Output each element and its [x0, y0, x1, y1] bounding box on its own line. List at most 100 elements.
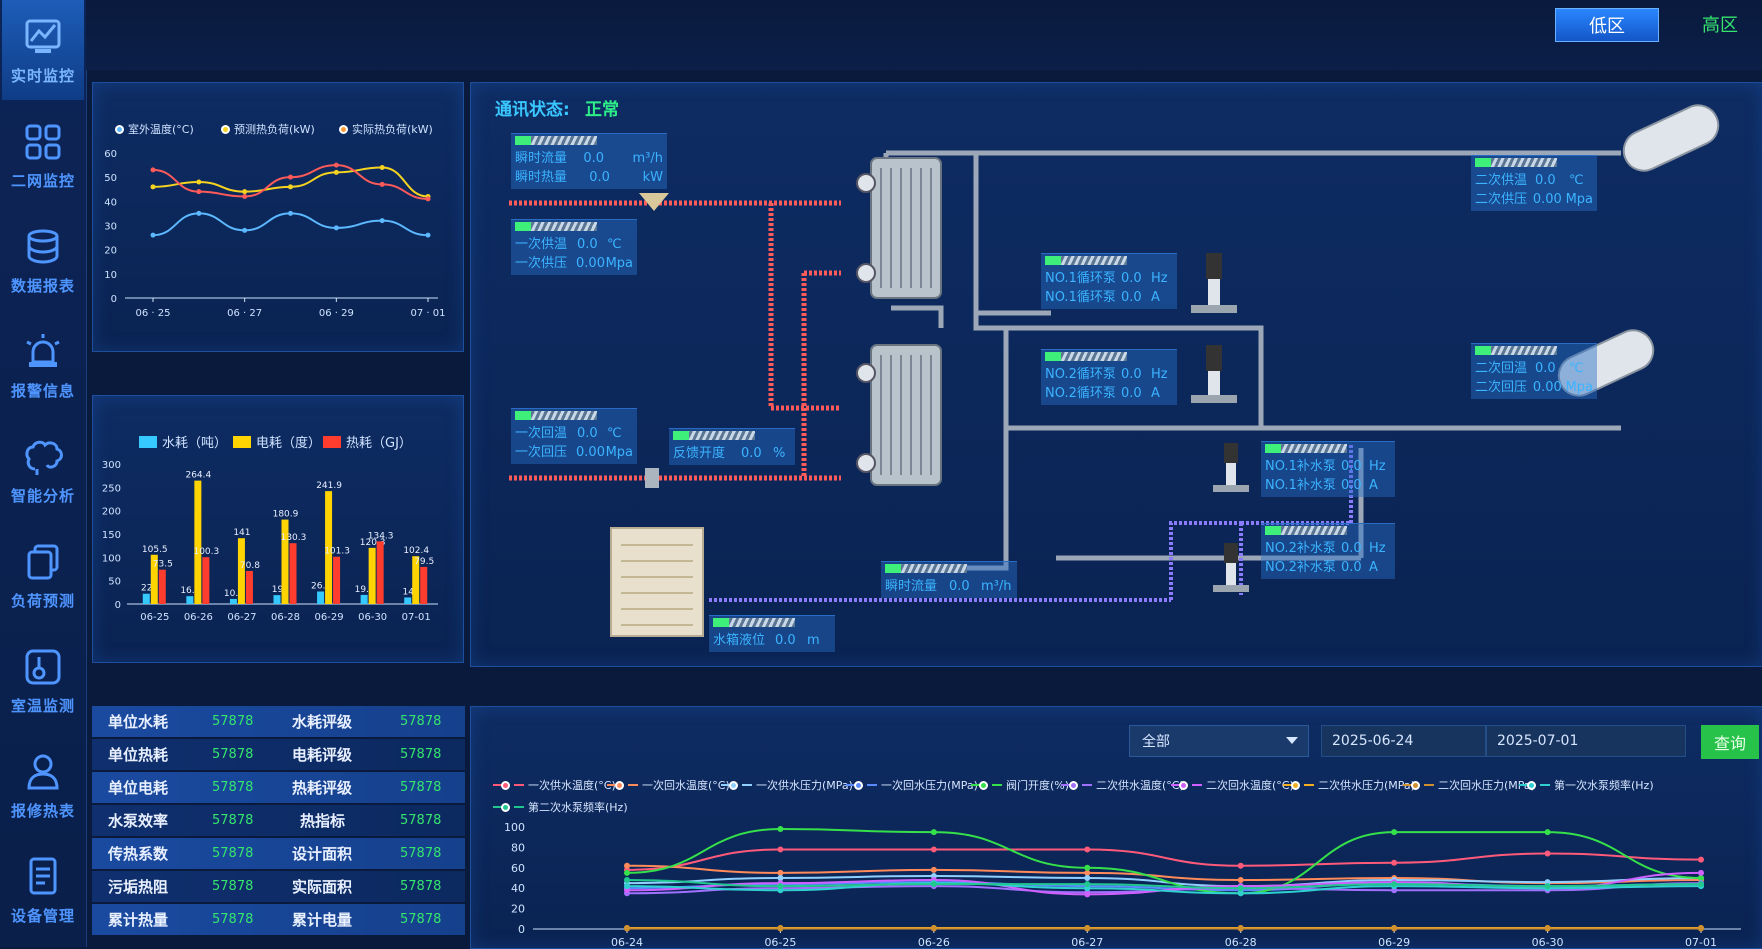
y-tick-label: 50 — [104, 173, 117, 184]
readout-row: 瞬时流量 0.0 m³/h — [885, 579, 1012, 594]
y-tick-label: 20 — [511, 903, 525, 916]
legend-label: 二次供水压力(MPa) — [1318, 779, 1415, 792]
status-indicator-bar — [1045, 352, 1127, 361]
data-label: 241.9 — [316, 481, 342, 491]
legend-item[interactable]: 二次供水温度(°C) — [1061, 777, 1184, 793]
sidebar-item-alarm-info[interactable]: 报警信息 — [2, 315, 84, 415]
legend-item[interactable]: 第一次水泵频率(Hz) — [1519, 777, 1654, 793]
legend-label: 电耗（度） — [256, 436, 322, 451]
bar — [289, 543, 297, 604]
legend-item[interactable]: 一次供水压力(MPa) — [721, 777, 853, 793]
table-row: 水泵效率 57878 热指标 57878 — [92, 805, 465, 836]
tank-level-readout: 水箱液位 0.0 m — [709, 615, 835, 652]
legend-item[interactable]: 一次回水压力(MPa) — [846, 777, 978, 793]
legend-marker — [854, 780, 863, 790]
primary-flow-readout: 瞬时流量 0.0 m³/h 瞬时热量 0.0 kW — [511, 133, 667, 189]
table-value: 57878 — [400, 879, 442, 894]
grid-icon — [25, 124, 61, 159]
table-row: 污垢热阻 57878 实际面积 57878 — [92, 871, 465, 902]
data-point — [777, 846, 784, 853]
user-icon — [27, 754, 59, 789]
legend-marker — [514, 784, 524, 786]
legend-item[interactable]: 二次回水压力(MPa) — [1403, 777, 1535, 793]
x-tick-label: 06-24 — [611, 936, 643, 947]
legend-marker — [221, 124, 230, 134]
valve-feedback-readout: 反馈开度 0.0% — [669, 428, 795, 465]
sidebar-item-label: 设备管理 — [10, 906, 75, 925]
sidebar-item-smart-analysis[interactable]: 智能分析 — [2, 420, 84, 520]
legend-item[interactable]: 阀门开度(%) — [971, 777, 1069, 793]
bar — [273, 595, 281, 604]
table-key: 水泵效率 — [108, 812, 169, 830]
table-value: 57878 — [212, 912, 254, 927]
x-tick-label: 06-28 — [1225, 936, 1257, 947]
data-point — [150, 167, 156, 173]
legend-marker — [1179, 780, 1188, 790]
alarm-icon — [26, 333, 60, 367]
legend-item: 热耗（GJ） — [323, 432, 412, 451]
table-value: 57878 — [400, 714, 442, 729]
legend-item[interactable]: 一次回水温度(°C) — [607, 777, 730, 793]
status-indicator-bar — [1475, 346, 1557, 355]
table-row: 累计热量 57878 累计电量 57878 — [92, 904, 465, 935]
process-diagram-panel: 通讯状态: 正常 瞬时流量 0.0 m³/h 瞬时热量 0.0 kW 一次供温 … — [470, 82, 1762, 667]
data-point — [777, 826, 784, 833]
data-point — [196, 179, 202, 185]
sidebar-item-load-forecast[interactable]: 负荷预测 — [2, 525, 84, 625]
legend-item[interactable]: 二次供水压力(MPa) — [1283, 777, 1415, 793]
y-tick-label: 100 — [504, 821, 525, 834]
low-zone-button[interactable]: 低区 — [1555, 8, 1659, 42]
primary-return-readout: 一次回温 0.0 ℃ 一次回压 0.00 Mpa — [511, 408, 637, 464]
y-tick-label: 0 — [518, 923, 525, 936]
legend-marker — [1527, 780, 1536, 790]
data-point — [1544, 883, 1551, 890]
data-point — [930, 829, 937, 836]
y-tick-label: 10 — [104, 270, 117, 281]
sidebar-item-repair-meter[interactable]: 报修热表 — [2, 735, 84, 835]
legend-item[interactable]: 一次供水温度(°C) — [493, 777, 616, 793]
sidebar-item-device-manage[interactable]: 设备管理 — [2, 840, 84, 940]
data-point — [150, 184, 156, 190]
data-point — [333, 169, 339, 175]
parameter-select[interactable]: 全部 — [1129, 725, 1309, 757]
high-zone-button[interactable]: 高区 — [1685, 8, 1755, 40]
table-key: 实际面积 — [292, 878, 353, 896]
table-value: 57878 — [400, 780, 442, 795]
legend-label: 一次供水温度(°C) — [528, 779, 616, 792]
data-point — [624, 883, 630, 890]
legend-marker — [323, 435, 341, 448]
legend-item[interactable]: 二次回水温度(°C) — [1171, 777, 1294, 793]
bar — [202, 557, 210, 604]
sidebar-item-realtime-monitor[interactable]: 实时监控 — [2, 0, 84, 100]
data-point — [288, 174, 293, 180]
legend-marker — [139, 435, 157, 448]
brain-icon — [25, 440, 63, 475]
y-tick-label: 300 — [102, 460, 121, 471]
select-value: 全部 — [1142, 734, 1170, 750]
start-date-field[interactable]: 2025-06-24 — [1321, 725, 1486, 757]
heat-exchanger-2 — [856, 344, 942, 486]
table-value: 57878 — [212, 747, 254, 762]
data-label: 79.5 — [414, 557, 434, 567]
bar — [368, 547, 376, 604]
table-key: 累计电量 — [292, 911, 353, 929]
data-point — [1084, 846, 1091, 853]
sidebar-item-secondary-network[interactable]: 二网监控 — [2, 105, 84, 205]
legend-marker — [1069, 780, 1078, 790]
legend-marker — [115, 124, 124, 134]
end-date-field[interactable]: 2025-07-01 — [1486, 725, 1686, 757]
makeup-pump-1-readout: NO.1补水泵 0.0 Hz NO.1补水泵 0.0 A — [1261, 441, 1395, 497]
legend-label: 第一次水泵频率(Hz) — [1554, 779, 1654, 792]
sidebar-item-room-temp[interactable]: 室温监测 — [2, 630, 84, 730]
data-point — [1084, 864, 1091, 871]
table-key: 热耗评级 — [292, 779, 353, 797]
y-tick-label: 60 — [104, 149, 117, 160]
legend-marker — [501, 780, 510, 790]
bar — [333, 556, 341, 604]
legend-label: 室外温度(°C) — [128, 123, 194, 136]
sidebar-item-data-report[interactable]: 数据报表 — [2, 210, 84, 310]
table-row: 传热系数 57878 设计面积 57878 — [92, 838, 465, 869]
query-button[interactable]: 查询 — [1701, 725, 1759, 759]
data-point — [777, 925, 784, 932]
data-point — [930, 925, 937, 932]
